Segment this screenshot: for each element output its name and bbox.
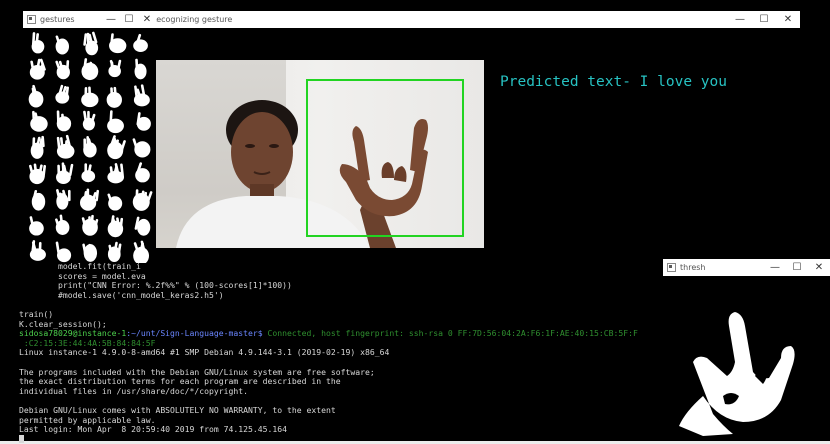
- thresh-window[interactable]: thresh — ☐ ✕: [663, 259, 830, 441]
- app-window-icon: [667, 263, 676, 272]
- gesture-thumbnail: [81, 86, 99, 108]
- gesture-thumbnail: [134, 216, 151, 236]
- gesture-thumbnail: [79, 188, 100, 211]
- gesture-thumbnail: [55, 84, 70, 104]
- recognizing-content: Predicted text- I love you: [134, 28, 800, 263]
- gesture-thumbnail: [30, 135, 45, 159]
- gesture-thumbnail: [134, 58, 147, 80]
- fingerprint-tail: :C2:15:3E:44:4A:5B:84:84:5F: [19, 337, 156, 348]
- gestures-image: [28, 31, 153, 263]
- gestures-window[interactable]: gestures — ☐ ✕: [23, 11, 156, 263]
- gesture-thumbnail: [81, 214, 99, 236]
- threshold-hand: [679, 312, 795, 436]
- gesture-thumbnail: [83, 136, 97, 158]
- gesture-thumbnail: [55, 60, 70, 80]
- gesture-thumbnail: [82, 110, 96, 131]
- maximize-button[interactable]: ☐: [120, 11, 138, 28]
- gesture-thumbnail: [106, 86, 122, 108]
- app-window-icon: [27, 15, 36, 24]
- terminal-line: train(): [19, 308, 54, 319]
- gesture-thumbnail: [81, 163, 96, 183]
- thresh-titlebar[interactable]: thresh — ☐ ✕: [663, 259, 830, 276]
- gesture-thumbnail: [107, 241, 122, 262]
- gesture-thumbnail: [29, 240, 46, 261]
- gesture-thumbnail: [107, 135, 126, 160]
- maximize-button[interactable]: ☐: [752, 11, 776, 28]
- gesture-thumbnail: [107, 215, 124, 238]
- gesture-thumbnail: [107, 110, 124, 134]
- thresh-image: [663, 276, 830, 441]
- terminal-line: individual files in /usr/share/doc/*/cop…: [19, 385, 249, 396]
- window-title: gestures: [40, 15, 75, 24]
- terminal-line: #model.save('cnn_model_keras2.h5'): [19, 289, 224, 300]
- camera-feed: [156, 60, 484, 248]
- predicted-text: Predicted text- I love you: [500, 74, 727, 90]
- gesture-thumbnail: [135, 162, 150, 183]
- terminal-line: print("CNN Error: %.2f%%" % (100-scores[…: [19, 280, 292, 291]
- close-button[interactable]: ✕: [808, 259, 830, 276]
- window-title: Recognizing gesture: [151, 15, 233, 24]
- gestures-titlebar[interactable]: gestures — ☐ ✕: [23, 11, 156, 28]
- gesture-thumbnail: [31, 189, 46, 211]
- terminal-line: the exact distribution terms for each pr…: [19, 376, 341, 387]
- gesture-thumbnail: [108, 59, 122, 78]
- minimize-button[interactable]: —: [764, 259, 786, 276]
- gestures-grid: [23, 28, 156, 263]
- prompt-path: :~/unt/Sign-Language-master$: [126, 328, 263, 339]
- gesture-thumbnail: [29, 163, 47, 185]
- gesture-thumbnail: [29, 58, 46, 80]
- gesture-thumbnail: [109, 33, 127, 54]
- minimize-button[interactable]: —: [102, 11, 120, 28]
- terminal-line: scores = model.eva: [19, 270, 146, 281]
- terminal-line: Debian GNU/Linux comes with ABSOLUTELY N…: [19, 404, 336, 415]
- gesture-thumbnail: [56, 134, 75, 159]
- terminal-line: K.clear_session();: [19, 318, 107, 329]
- gesture-thumbnail: [82, 243, 98, 262]
- gesture-thumbnail: [83, 31, 99, 56]
- prompt-user: sidosa78029@instance-1: [19, 328, 127, 339]
- gesture-thumbnail: [56, 162, 74, 184]
- terminal-line: Linux instance-1 4.9.0-8-amd64 #1 SMP De…: [19, 347, 390, 358]
- gesture-thumbnail: [107, 163, 125, 184]
- gesture-thumbnail: [132, 189, 153, 211]
- terminal-line: The programs included with the Debian GN…: [19, 366, 375, 377]
- close-button[interactable]: ✕: [776, 11, 800, 28]
- connection-status: Connected, host fingerprint: ssh-rsa 0 F…: [262, 328, 638, 339]
- gesture-thumbnail: [28, 84, 44, 108]
- gesture-thumbnail: [29, 216, 44, 236]
- gesture-thumbnail: [55, 241, 72, 263]
- gesture-thumbnail: [56, 110, 72, 132]
- gesture-thumbnail: [133, 84, 150, 107]
- recognizing-titlebar[interactable]: Recognizing gesture — ☐ ✕: [134, 11, 800, 28]
- gesture-thumbnail: [55, 35, 70, 55]
- terminal-output: model.fit(train_i scores = model.eva pri…: [19, 261, 638, 444]
- window-title: thresh: [680, 263, 706, 272]
- minimize-button[interactable]: —: [728, 11, 752, 28]
- gesture-thumbnail: [56, 189, 71, 210]
- gesture-thumbnail: [132, 138, 151, 158]
- gesture-thumbnail: [81, 58, 99, 81]
- close-button[interactable]: ✕: [138, 11, 156, 28]
- terminal-line: Last login: Mon Apr 8 20:59:40 2019 from…: [19, 424, 288, 435]
- gesture-thumbnail: [136, 112, 151, 131]
- detection-box: [306, 79, 464, 237]
- terminal-line: permitted by applicable law.: [19, 414, 156, 425]
- gesture-thumbnail: [55, 214, 70, 235]
- recognizing-gesture-window[interactable]: Recognizing gesture — ☐ ✕ Predicted text…: [134, 11, 800, 263]
- terminal-cursor: [19, 434, 24, 443]
- gesture-thumbnail: [107, 193, 123, 211]
- gesture-thumbnail: [133, 240, 150, 263]
- gesture-thumbnail: [30, 110, 48, 132]
- gesture-thumbnail: [133, 33, 148, 52]
- maximize-button[interactable]: ☐: [786, 259, 808, 276]
- gesture-thumbnail: [31, 32, 45, 54]
